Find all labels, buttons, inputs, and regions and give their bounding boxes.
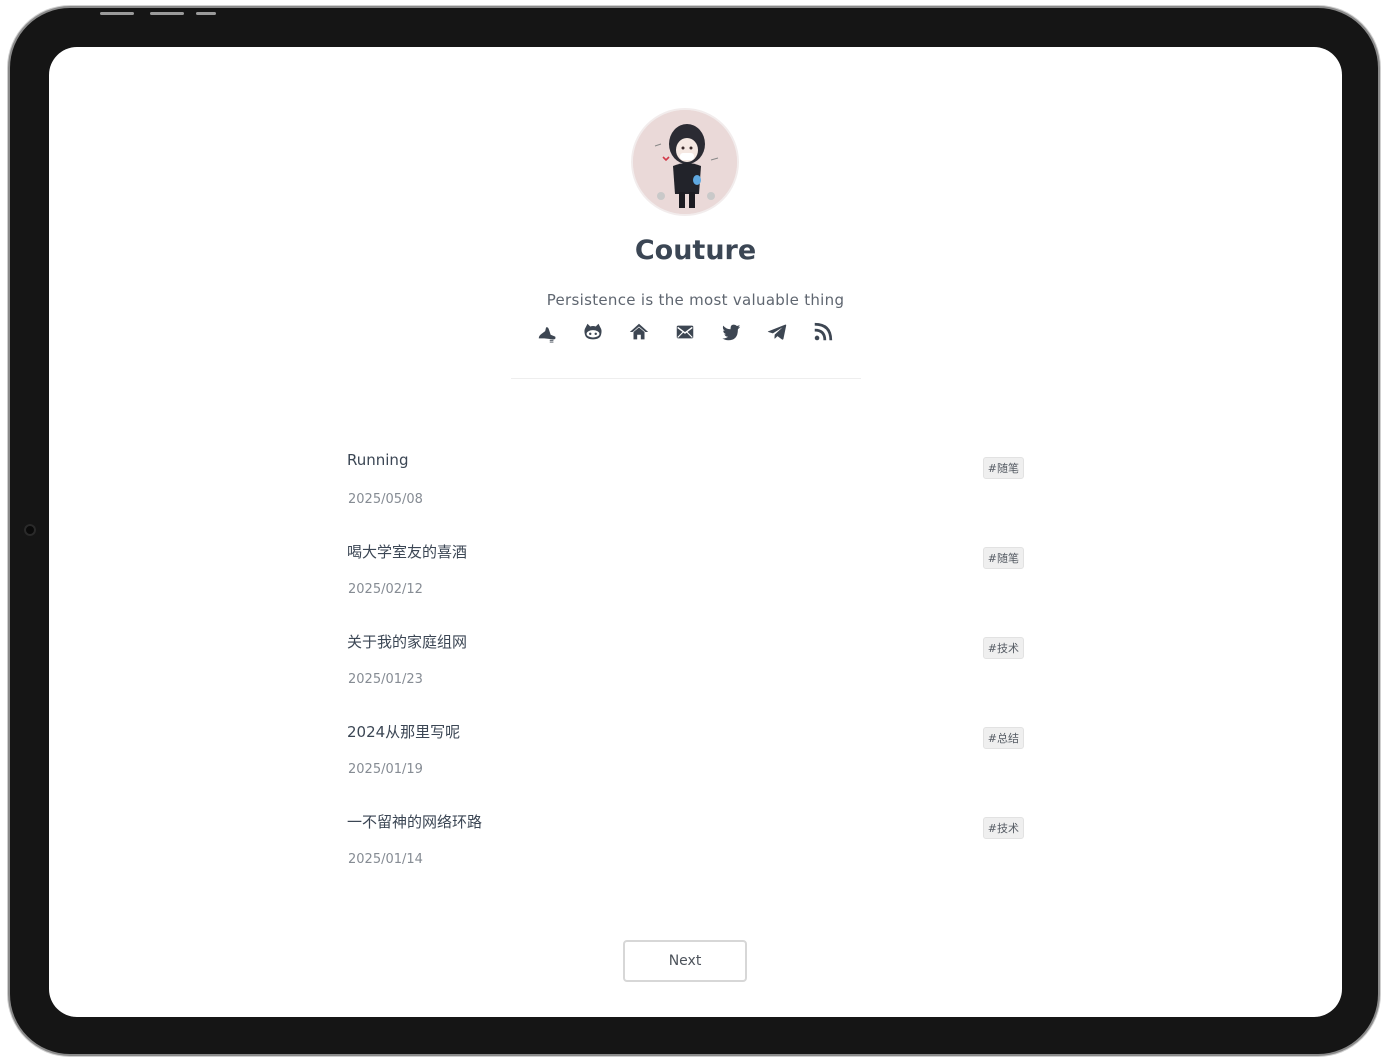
volume-button (150, 12, 184, 15)
post-tag[interactable]: #总结 (982, 727, 1024, 749)
post-date: 2025/02/12 (348, 582, 423, 597)
post-title[interactable]: 2024从那里写呢 (347, 721, 460, 742)
post-list: Running 2025/05/08 #随笔 喝大学室友的喜酒 2025/02/… (347, 445, 1024, 895)
post-tag[interactable]: #随笔 (982, 547, 1024, 569)
mail-icon[interactable] (674, 321, 698, 345)
post-item: Running 2025/05/08 #随笔 (347, 445, 1024, 535)
post-item: 喝大学室友的喜酒 2025/02/12 #随笔 (347, 535, 1024, 625)
tablet-bezel: Couture Persistence is the most valuable… (10, 8, 1378, 1054)
home-icon[interactable] (628, 321, 652, 345)
github-icon[interactable] (582, 321, 606, 345)
post-title[interactable]: 一不留神的网络环路 (347, 811, 482, 832)
post-item: 关于我的家庭组网 2025/01/23 #技术 (347, 625, 1024, 715)
post-title[interactable]: 喝大学室友的喜酒 (347, 541, 467, 562)
telegram-icon[interactable] (766, 321, 790, 345)
post-date: 2025/01/23 (348, 672, 423, 687)
avatar-illustration (633, 110, 737, 214)
header-divider (511, 378, 861, 379)
post-title[interactable]: 关于我的家庭组网 (347, 631, 467, 652)
rss-icon[interactable] (812, 321, 836, 345)
running-shoe-icon[interactable] (536, 321, 560, 345)
site-title: Couture (634, 235, 757, 266)
post-item: 一不留神的网络环路 2025/01/14 #技术 (347, 805, 1024, 895)
browser-page: Couture Persistence is the most valuable… (49, 47, 1342, 1017)
avatar[interactable] (633, 110, 737, 214)
post-tag[interactable]: #技术 (982, 637, 1024, 659)
post-date: 2025/01/19 (348, 762, 423, 777)
site-subtitle: Persistence is the most valuable thing (546, 291, 845, 309)
post-date: 2025/05/08 (348, 492, 423, 507)
next-page-button[interactable]: Next (623, 940, 747, 982)
post-item: 2024从那里写呢 2025/01/19 #总结 (347, 715, 1024, 805)
post-date: 2025/01/14 (348, 852, 423, 867)
post-tag[interactable]: #随笔 (982, 457, 1024, 479)
front-camera (24, 524, 36, 536)
twitter-icon[interactable] (720, 321, 744, 345)
volume-button (100, 12, 134, 15)
post-tag[interactable]: #技术 (982, 817, 1024, 839)
power-button (196, 12, 216, 15)
social-links (536, 321, 836, 347)
post-title[interactable]: Running (347, 451, 408, 469)
